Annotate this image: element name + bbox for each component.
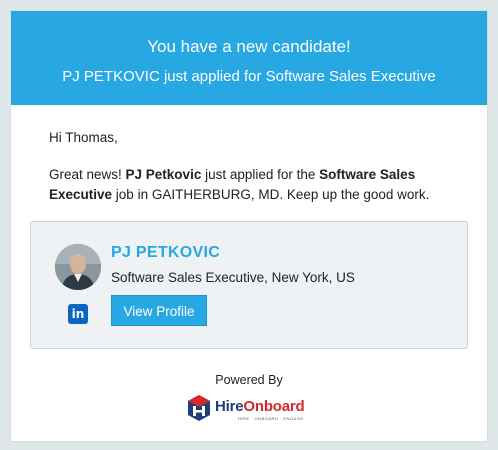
logo-tagline: HIRE · ONBOARD · ENGAGE xyxy=(238,416,304,421)
message-candidate-name: PJ Petkovic xyxy=(125,167,202,182)
candidate-card: in PJ PETKOVIC Software Sales Executive,… xyxy=(30,221,468,349)
avatar-photo xyxy=(55,244,101,290)
hireonboard-logo[interactable]: HireOnboard HIRE · ONBOARD · ENGAGE xyxy=(186,394,316,424)
view-profile-button[interactable]: View Profile xyxy=(111,295,207,326)
powered-by-label: Powered By xyxy=(215,373,283,387)
candidate-role-location: Software Sales Executive, New York, US xyxy=(111,270,355,285)
logo-text-onboard: Onboard xyxy=(243,398,305,415)
header-title: You have a new candidate! xyxy=(147,37,351,56)
message-text: Great news! PJ Petkovic just applied for… xyxy=(49,165,469,205)
logo-wordmark: HireOnboard xyxy=(215,398,305,415)
candidate-name[interactable]: PJ PETKOVIC xyxy=(111,244,220,262)
message-tail: job in GAITHERBURG, MD. Keep up the good… xyxy=(112,187,430,202)
message-mid: just applied for the xyxy=(201,167,320,182)
header-subtitle: PJ PETKOVIC just applied for Software Sa… xyxy=(62,68,436,85)
email-card: You have a new candidate! PJ PETKOVIC ju… xyxy=(10,10,488,442)
message-intro: Great news! xyxy=(49,167,126,182)
greeting: Hi Thomas, xyxy=(49,130,118,145)
email-header: You have a new candidate! PJ PETKOVIC ju… xyxy=(11,11,487,105)
hireonboard-logo-mark xyxy=(188,395,210,421)
avatar[interactable] xyxy=(55,244,101,290)
email-body: Hi Thomas, Great news! PJ Petkovic just … xyxy=(49,128,469,205)
linkedin-icon[interactable]: in xyxy=(68,304,88,324)
logo-text-hire: Hire xyxy=(215,398,244,415)
